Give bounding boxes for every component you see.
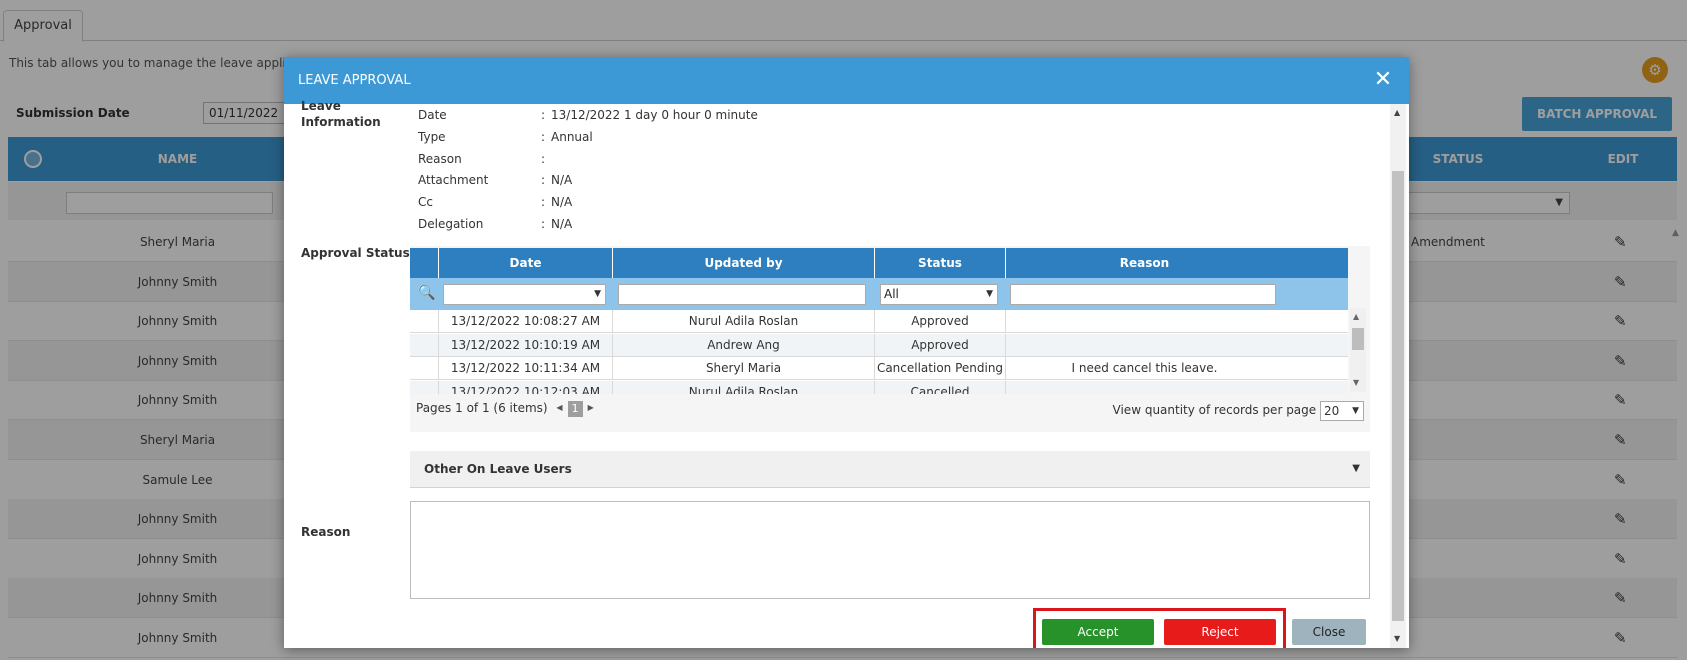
leave-info-key: Cc: [418, 195, 433, 210]
leave-information-panel: Date:13/12/2022 1 day 0 hour 0 minute Typ…: [410, 104, 1370, 237]
leave-info-key: Attachment: [418, 173, 489, 188]
dialog-scroll-up-icon[interactable]: ▲: [1394, 108, 1400, 117]
approval-reason: I need cancel this leave.: [1005, 357, 1283, 380]
row-indicator: [410, 357, 438, 380]
approval-updated-by: Nurul Adila Roslan: [612, 310, 874, 333]
leave-info-key: Delegation: [418, 217, 484, 231]
leave-info-value: 13/12/2022 1 day 0 hour 0 minute: [551, 108, 758, 122]
approval-column-reason[interactable]: Reason: [1005, 248, 1283, 278]
next-page-icon[interactable]: ▶: [588, 400, 594, 416]
reason-textarea[interactable]: [410, 501, 1370, 599]
leave-info-value: Annual: [551, 129, 593, 144]
close-icon[interactable]: ✕: [1369, 65, 1397, 95]
accept-button[interactable]: Accept: [1042, 619, 1154, 645]
reject-button[interactable]: Reject: [1164, 619, 1276, 645]
approval-status: Cancellation Pending: [874, 357, 1005, 380]
leave-info-colon: :: [541, 151, 546, 166]
scroll-down-icon[interactable]: ▼: [1353, 378, 1359, 387]
other-on-leave-users-label: Other On Leave Users: [424, 462, 572, 476]
current-page-number[interactable]: 1: [567, 401, 583, 417]
prev-page-icon[interactable]: ◀: [556, 400, 562, 416]
chevron-down-icon[interactable]: ▼: [1352, 451, 1360, 486]
leave-info-key: Type: [418, 129, 446, 144]
approval-row[interactable]: 13/12/2022 10:11:34 AM Sheryl Maria Cancel…: [410, 357, 1348, 380]
scroll-up-icon[interactable]: ▲: [1353, 312, 1359, 321]
approval-status: Approved: [874, 310, 1005, 333]
dialog-scroll-down-icon[interactable]: ▼: [1394, 634, 1400, 643]
leave-information-label: Leave Information: [301, 99, 381, 129]
dialog-body: Leave Information Date:13/12/2022 1 day …: [284, 99, 1409, 648]
approval-status-grid: Date Updated by Status Reason 🔍 ▼ All ▼ 1…: [410, 246, 1370, 432]
approval-row[interactable]: 13/12/2022 10:08:27 AM Nurul Adila Roslan…: [410, 310, 1348, 333]
approval-updated-by: Nurul Adila Roslan: [612, 380, 874, 394]
leave-approval-dialog: LEAVE APPROVAL ✕ Leave Information Date:…: [284, 57, 1409, 648]
dialog-scrollbar[interactable]: ▲ ▼: [1390, 104, 1406, 648]
page-size-select[interactable]: 20 ▼: [1320, 400, 1364, 421]
approval-grid-scrollbar[interactable]: ▲ ▼: [1350, 308, 1366, 392]
approval-status: Approved: [874, 333, 1005, 357]
row-indicator: [410, 381, 438, 395]
approval-row[interactable]: 13/12/2022 10:10:19 AM Andrew Ang Approved: [410, 333, 1348, 357]
search-icon: 🔍: [418, 285, 436, 301]
leave-info-colon: :: [541, 195, 546, 210]
date-filter-select[interactable]: ▼: [443, 284, 606, 305]
approval-row[interactable]: 13/12/2022 10:12:03 AM Nurul Adila Roslan…: [410, 380, 1348, 395]
pager-summary: Pages 1 of 1 (6 items): [416, 401, 548, 415]
page-size-label: View quantity of records per page: [1112, 403, 1317, 417]
dialog-scroll-thumb[interactable]: [1392, 171, 1404, 621]
approval-date: 13/12/2022 10:11:34 AM: [438, 357, 612, 380]
scroll-thumb[interactable]: [1352, 328, 1364, 350]
approval-status-label: Approval Status: [301, 246, 410, 260]
leave-info-colon: :: [541, 217, 546, 231]
page-size-control: View quantity of records per page 20 ▼: [1113, 400, 1364, 421]
leave-info-value: N/A: [551, 173, 573, 188]
approval-updated-by: Andrew Ang: [612, 333, 874, 357]
leave-info-value: N/A: [551, 217, 573, 231]
approval-date: 13/12/2022 10:12:03 AM: [438, 380, 612, 394]
row-indicator: [410, 334, 438, 357]
leave-info-colon: :: [541, 173, 546, 188]
dialog-header: LEAVE APPROVAL ✕: [284, 57, 1409, 104]
updated-by-filter-input[interactable]: [618, 284, 866, 305]
approval-date: 13/12/2022 10:08:27 AM: [438, 310, 612, 333]
approval-date: 13/12/2022 10:10:19 AM: [438, 333, 612, 357]
approval-column-date[interactable]: Date: [438, 248, 612, 278]
pager: Pages 1 of 1 (6 items) ◀ 1 ▶: [416, 400, 599, 417]
reason-label: Reason: [301, 525, 351, 539]
approval-column-status[interactable]: Status: [874, 248, 1005, 278]
approval-rows: 13/12/2022 10:08:27 AM Nurul Adila Roslan…: [410, 310, 1348, 394]
approval-updated-by: Sheryl Maria: [612, 357, 874, 380]
approval-reason: [1005, 333, 1283, 357]
status-filter-select[interactable]: All ▼: [880, 284, 998, 305]
leave-info-key: Date: [418, 108, 447, 122]
dialog-title: LEAVE APPROVAL: [298, 73, 411, 88]
approval-status: Cancelled: [874, 380, 1005, 394]
leave-info-colon: :: [541, 129, 546, 144]
approval-filter-row: 🔍 ▼ All ▼: [410, 278, 1348, 310]
approval-reason: [1005, 310, 1283, 333]
approval-column-updated-by[interactable]: Updated by: [612, 248, 874, 278]
leave-info-key: Reason: [418, 151, 462, 166]
leave-info-value: N/A: [551, 195, 573, 210]
other-on-leave-users-section[interactable]: Other On Leave Users ▼: [410, 451, 1370, 488]
approval-reason: [1005, 380, 1283, 394]
reason-filter-input[interactable]: [1010, 284, 1276, 305]
leave-info-colon: :: [541, 108, 546, 122]
row-indicator: [410, 310, 438, 333]
close-button[interactable]: Close: [1292, 619, 1366, 645]
approval-grid-header: Date Updated by Status Reason: [410, 248, 1348, 278]
